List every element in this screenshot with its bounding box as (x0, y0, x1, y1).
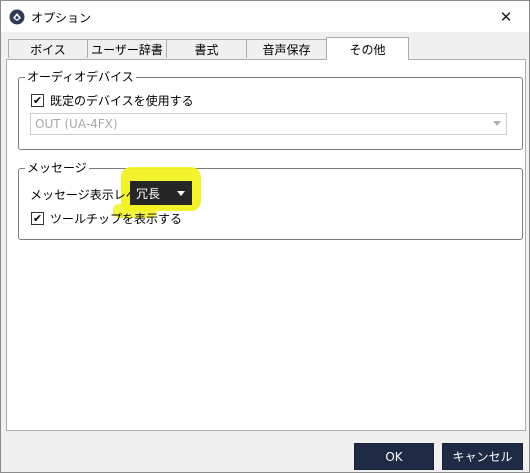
tab-label: 書式 (194, 42, 219, 57)
show-tooltip-label: ツールチップを表示する (50, 212, 183, 226)
tab-audio-save[interactable]: 音声保存 (246, 39, 327, 58)
audio-device-dropdown: OUT (UA-4FX) (30, 113, 507, 135)
show-tooltip-checkbox[interactable]: ✔ (31, 212, 44, 225)
ok-button[interactable]: OK (354, 443, 434, 470)
tab-label: 音声保存 (262, 42, 311, 57)
use-default-device-row[interactable]: ✔ 既定のデバイスを使用する (31, 92, 194, 109)
message-level-value: 冗長 (136, 186, 161, 201)
checkmark-icon: ✔ (32, 94, 43, 107)
checkmark-icon: ✔ (32, 212, 43, 225)
window-title: オプション (31, 11, 92, 25)
show-tooltip-row[interactable]: ✔ ツールチップを表示する (31, 210, 182, 227)
tab-strip: ボイス ユーザー辞書 書式 音声保存 その他 (6, 37, 526, 60)
tab-label: ボイス (30, 42, 66, 57)
chevron-down-icon (493, 121, 501, 126)
tab-other[interactable]: その他 (326, 37, 409, 60)
title-bar: オプション ✕ (1, 1, 529, 32)
cancel-button[interactable]: キャンセル (442, 443, 523, 470)
close-button[interactable]: ✕ (483, 1, 529, 32)
cancel-button-label: キャンセル (452, 450, 513, 464)
message-level-dropdown[interactable]: 冗長 (130, 181, 192, 205)
options-dialog: オプション ✕ ボイス ユーザー辞書 書式 音声保存 その他 オーディオデバイス… (0, 0, 530, 473)
chevron-down-icon (177, 191, 185, 196)
use-default-device-label: 既定のデバイスを使用する (50, 94, 194, 108)
tab-voice[interactable]: ボイス (8, 39, 88, 58)
use-default-device-checkbox[interactable]: ✔ (31, 94, 44, 107)
tab-user-dictionary[interactable]: ユーザー辞書 (87, 39, 167, 58)
tab-label: その他 (349, 42, 386, 57)
app-logo-icon (9, 9, 25, 25)
tab-label: ユーザー辞書 (91, 42, 163, 57)
close-icon: ✕ (499, 7, 513, 26)
message-group: メッセージ (18, 160, 523, 240)
tab-format[interactable]: 書式 (166, 39, 247, 58)
ok-button-label: OK (385, 449, 403, 464)
audio-device-value: OUT (UA-4FX) (35, 117, 118, 131)
message-group-label: メッセージ (25, 160, 89, 176)
audio-device-group-label: オーディオデバイス (25, 69, 136, 85)
